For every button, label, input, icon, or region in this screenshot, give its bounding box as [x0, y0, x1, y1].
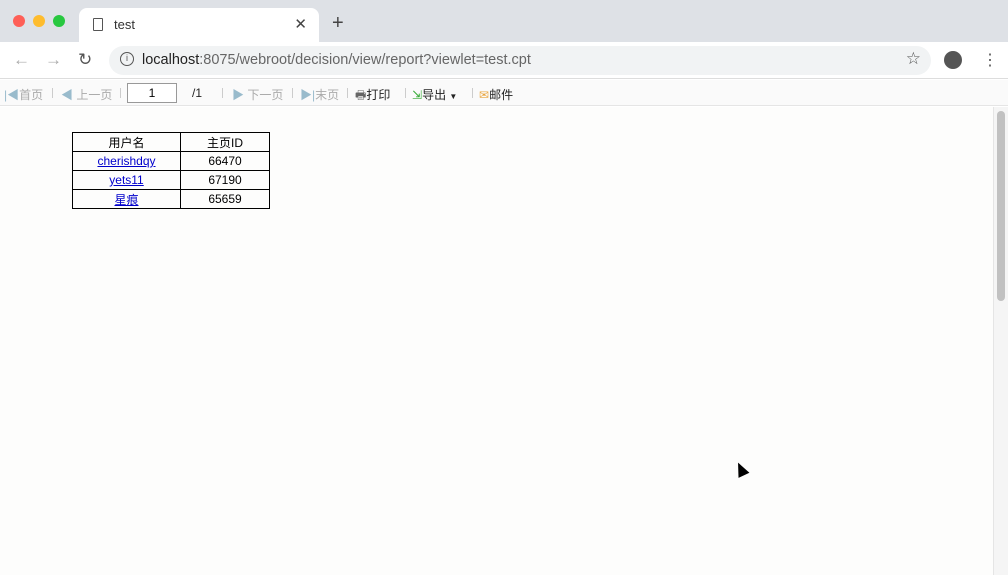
reload-icon[interactable]: ↻ — [78, 50, 92, 70]
table-row: yets11 67190 — [72, 170, 270, 190]
new-tab-button[interactable]: + — [332, 12, 344, 35]
prev-page-icon: ◀ — [61, 88, 74, 102]
homepage-id: 67190 — [180, 170, 270, 190]
close-window-button[interactable] — [13, 15, 25, 27]
first-page-button[interactable]: |◀首页 — [4, 86, 43, 103]
url-input[interactable]: i localhost:8075/webroot/decision/view/r… — [109, 46, 931, 75]
chevron-down-icon: ▼ — [449, 92, 458, 101]
tab-bar: test ✕ + — [0, 0, 1008, 42]
address-bar-row: ← → ↻ i localhost:8075/webroot/decision/… — [0, 42, 1008, 79]
report-toolbar: |◀首页 ◀ 上一页 1 /1 ▶ 下一页 ▶|末页 🖶打印 ⇲导出 ▼ ✉邮件 — [0, 80, 1008, 106]
homepage-id: 65659 — [180, 189, 270, 209]
url-path: :8075/webroot/decision/view/report?viewl… — [199, 52, 531, 68]
bookmark-star-icon[interactable]: ☆ — [906, 49, 921, 69]
header-homepage-id: 主页ID — [180, 132, 270, 152]
vertical-scrollbar[interactable] — [993, 107, 1008, 575]
table-row: cherishdqy 66470 — [72, 151, 270, 171]
scrollbar-thumb[interactable] — [997, 111, 1005, 301]
mail-icon: ✉ — [479, 88, 490, 102]
browser-tab[interactable]: test ✕ — [79, 8, 319, 42]
username-link[interactable]: yets11 — [109, 173, 143, 187]
first-page-icon: |◀ — [4, 88, 20, 102]
last-page-icon: ▶| — [300, 88, 316, 102]
document-icon — [93, 18, 103, 31]
table-row: 星痕 65659 — [72, 189, 270, 209]
back-icon[interactable]: ← — [13, 50, 30, 70]
export-icon: ⇲ — [412, 88, 423, 102]
printer-icon: 🖶 — [355, 88, 367, 102]
forward-icon[interactable]: → — [45, 50, 62, 70]
page-number-input[interactable]: 1 — [127, 83, 177, 103]
tab-title: test — [114, 17, 135, 32]
close-tab-icon[interactable]: ✕ — [294, 15, 307, 33]
print-button[interactable]: 🖶打印 — [355, 86, 390, 107]
username-link[interactable]: cherishdqy — [97, 154, 155, 168]
homepage-id: 66470 — [180, 151, 270, 171]
next-page-icon: ▶ — [232, 88, 245, 102]
total-pages: /1 — [192, 86, 203, 100]
minimize-window-button[interactable] — [33, 15, 45, 27]
mail-button[interactable]: ✉邮件 — [479, 86, 513, 103]
zoom-window-button[interactable] — [53, 15, 65, 27]
next-page-button[interactable]: ▶ 下一页 — [232, 86, 283, 103]
prev-page-button[interactable]: ◀ 上一页 — [61, 86, 112, 103]
menu-icon[interactable]: ⋮ — [982, 50, 998, 70]
report-content: 用户名 主页ID cherishdqy 66470 yets11 67190 星痕 65… — [0, 107, 993, 575]
last-page-button[interactable]: ▶|末页 — [300, 86, 339, 103]
username-link[interactable]: 星痕 — [114, 193, 138, 207]
report-table: 用户名 主页ID cherishdqy 66470 yets11 67190 星痕 65… — [72, 132, 270, 209]
export-button[interactable]: ⇲导出 ▼ — [412, 86, 457, 103]
url-host: localhost — [142, 52, 200, 68]
header-username: 用户名 — [72, 132, 181, 152]
info-icon[interactable]: i — [120, 52, 134, 66]
profile-icon[interactable] — [944, 51, 962, 69]
